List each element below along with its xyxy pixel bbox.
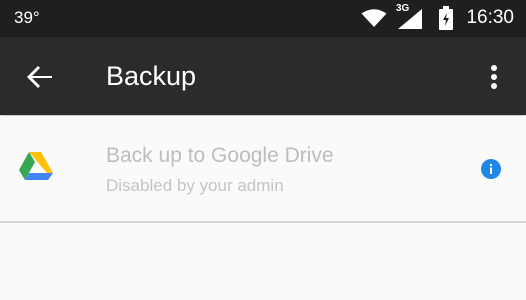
info-icon [481,159,501,179]
preference-summary: Disabled by your admin [106,176,284,195]
divider [0,221,526,223]
back-button[interactable] [22,59,58,95]
status-temperature: 39° [14,8,40,27]
backup-preference-row[interactable]: Back up to Google Drive Disabled by your… [0,116,526,221]
google-drive-icon [19,152,53,180]
status-bar: 39° 3G 16:30 [0,0,526,37]
more-vert-icon [491,65,497,89]
page-title: Backup [106,61,197,91]
preference-title: Back up to Google Drive [106,144,334,167]
status-time: 16:30 [466,7,514,28]
cell-signal-icon [398,9,422,29]
more-options-button[interactable] [482,59,506,95]
battery-icon [439,6,453,30]
wifi-icon [361,9,387,27]
app-bar: Backup [0,37,526,115]
info-button[interactable] [481,159,501,179]
arrow-back-icon [27,66,52,88]
